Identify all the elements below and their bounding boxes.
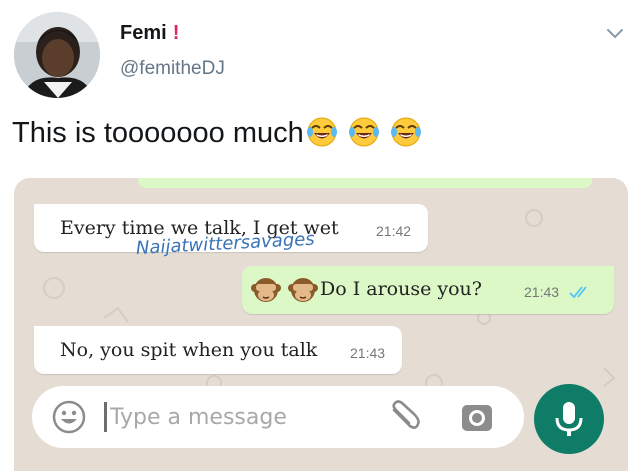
read-ticks-icon bbox=[569, 286, 587, 299]
user-handle[interactable]: @femitheDJ bbox=[120, 58, 225, 80]
avatar[interactable] bbox=[14, 12, 100, 98]
tweet-body: This is tooooooo much bbox=[12, 117, 304, 149]
message-time: 21:42 bbox=[376, 223, 412, 239]
message-text: Do I arouse you? bbox=[320, 278, 482, 300]
paperclip-icon[interactable] bbox=[386, 400, 422, 434]
message-text: No, you spit when you talk bbox=[60, 339, 318, 361]
message-time: 21:43 bbox=[524, 284, 560, 300]
tears-of-joy-emoji-icon bbox=[306, 117, 337, 147]
message-bubble-outgoing[interactable]: Do I arouse you? 21:43 bbox=[242, 266, 614, 314]
display-name-text: Femi bbox=[120, 22, 167, 44]
message-bubble-incoming[interactable]: No, you spit when you talk 21:43 bbox=[34, 326, 402, 374]
tears-of-joy-emoji-icon bbox=[348, 117, 379, 147]
chat-screenshot: Every time we talk, I get wet 21:42 Naij… bbox=[14, 178, 628, 471]
chevron-down-icon[interactable] bbox=[604, 22, 626, 44]
smiley-icon[interactable] bbox=[52, 400, 86, 434]
message-composer bbox=[32, 386, 524, 448]
tweet-text: This is tooooooo much bbox=[12, 116, 424, 156]
emoji-group bbox=[306, 116, 424, 156]
camera-icon[interactable] bbox=[460, 401, 494, 433]
see-no-evil-monkey-icon bbox=[251, 278, 281, 302]
previous-message-bubble bbox=[138, 178, 592, 188]
tears-of-joy-emoji-icon bbox=[390, 117, 421, 147]
display-name[interactable]: Femi! bbox=[120, 22, 179, 45]
see-no-evil-monkey-icon bbox=[288, 278, 319, 302]
exclamation-mark: ! bbox=[172, 22, 180, 44]
mic-icon bbox=[555, 402, 583, 436]
mic-button[interactable] bbox=[534, 384, 604, 454]
message-time: 21:43 bbox=[350, 345, 386, 361]
message-input[interactable] bbox=[110, 400, 300, 434]
monkey-emoji-group bbox=[250, 275, 319, 309]
text-cursor bbox=[104, 402, 107, 432]
